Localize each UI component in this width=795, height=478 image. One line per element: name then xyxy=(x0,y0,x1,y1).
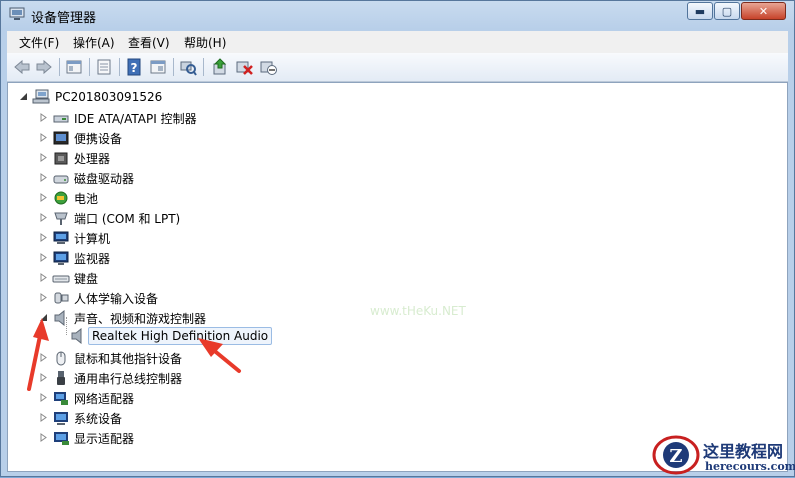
toolbar-separator xyxy=(173,58,174,76)
processor-icon xyxy=(54,152,68,165)
tree-item-label[interactable]: 电池 xyxy=(74,191,98,207)
disable-icon[interactable] xyxy=(259,58,277,76)
tree-item-label[interactable]: 通用串行总线控制器 xyxy=(74,371,182,387)
maximize-button[interactable]: ▢ xyxy=(714,2,740,20)
tree-item-label[interactable]: 系统设备 xyxy=(74,411,122,427)
console-icon[interactable] xyxy=(95,58,113,76)
realtek-audio-item[interactable]: Realtek High Definition Audio xyxy=(88,327,273,345)
menu-help[interactable]: 帮助(H) xyxy=(184,34,226,51)
title-bar[interactable]: 设备管理器 ▬ ▢ ✕ xyxy=(1,1,794,29)
device-manager-icon xyxy=(9,7,25,20)
forward-icon[interactable] xyxy=(35,58,53,76)
help-icon[interactable]: ? xyxy=(125,58,143,76)
tree-item-label[interactable]: 处理器 xyxy=(74,151,110,167)
scan-icon[interactable] xyxy=(179,58,197,76)
portable-device-icon xyxy=(53,131,69,145)
toolbar-separator xyxy=(89,58,90,76)
close-button[interactable]: ✕ xyxy=(741,2,786,20)
audio-device-icon xyxy=(71,328,82,344)
expand-arrow-icon[interactable] xyxy=(39,233,48,242)
tree-item-label[interactable]: 鼠标和其他指针设备 xyxy=(74,351,182,367)
tree-item-label[interactable]: 磁盘驱动器 xyxy=(74,171,134,187)
toolbar-separator xyxy=(119,58,120,76)
properties-icon[interactable] xyxy=(65,58,83,76)
device-tree[interactable]: www.tHeKu.NET PC201803091526 IDE ATA/ATA… xyxy=(7,82,788,472)
computer-root-icon xyxy=(32,89,50,104)
keyboard-icon xyxy=(52,275,70,283)
tree-item-label[interactable]: 声音、视频和游戏控制器 xyxy=(74,311,206,327)
tree-root-label[interactable]: PC201803091526 xyxy=(55,89,162,105)
faint-watermark: www.tHeKu.NET xyxy=(370,304,466,318)
display-adapter-icon xyxy=(54,432,69,445)
watermark-url: herecours.com xyxy=(705,460,795,473)
minimize-button[interactable]: ▬ xyxy=(687,2,713,20)
device-manager-window: 设备管理器 ▬ ▢ ✕ 文件(F) 操作(A) 查看(V) 帮助(H) ? ww… xyxy=(0,0,795,477)
disk-drive-icon xyxy=(53,175,69,184)
watermark-title: 这里教程网 xyxy=(703,442,784,461)
svg-text:?: ? xyxy=(131,61,138,75)
tree-item-label[interactable]: IDE ATA/ATAPI 控制器 xyxy=(74,111,197,127)
menu-bar: 文件(F) 操作(A) 查看(V) 帮助(H) xyxy=(7,31,788,53)
tree-item-label[interactable]: 监视器 xyxy=(74,251,110,267)
collapse-arrow-icon[interactable] xyxy=(19,92,28,101)
tree-item-label[interactable]: 人体学输入设备 xyxy=(74,291,158,307)
toolbar: ? xyxy=(7,53,788,82)
toolbar-separator xyxy=(59,58,60,76)
system-device-icon xyxy=(54,412,68,425)
expand-arrow-icon[interactable] xyxy=(39,173,48,182)
expand-arrow-icon[interactable] xyxy=(39,153,48,162)
svg-text:Z: Z xyxy=(669,446,682,467)
monitor-icon xyxy=(53,251,69,265)
expand-arrow-icon[interactable] xyxy=(39,413,48,422)
window-title: 设备管理器 xyxy=(31,11,97,26)
menu-view[interactable]: 查看(V) xyxy=(128,34,170,51)
tree-line xyxy=(66,317,68,335)
expand-arrow-icon[interactable] xyxy=(39,393,48,402)
network-icon xyxy=(54,392,68,405)
tree-item-label[interactable]: 便携设备 xyxy=(74,131,122,147)
menu-action[interactable]: 操作(A) xyxy=(73,34,115,51)
usb-icon xyxy=(57,371,65,385)
port-icon xyxy=(54,212,68,225)
tree-item-label[interactable]: 端口 (COM 和 LPT) xyxy=(74,211,180,227)
tree-item-label[interactable]: 键盘 xyxy=(74,271,98,287)
computer-icon xyxy=(53,231,69,244)
site-watermark: Z 这里教程网 herecours.com xyxy=(647,432,795,477)
hid-icon xyxy=(54,292,69,304)
mouse-icon xyxy=(56,351,66,366)
expand-arrow-icon[interactable] xyxy=(39,353,48,362)
view-icon[interactable] xyxy=(149,58,167,76)
toolbar-separator xyxy=(203,58,204,76)
tree-item-label[interactable]: 网络适配器 xyxy=(74,391,134,407)
expand-arrow-icon[interactable] xyxy=(39,273,48,282)
expand-arrow-icon[interactable] xyxy=(39,193,48,202)
ide-icon xyxy=(53,115,69,123)
tree-item-label[interactable]: 计算机 xyxy=(74,231,110,247)
expand-arrow-icon[interactable] xyxy=(39,253,48,262)
uninstall-icon[interactable] xyxy=(235,58,253,76)
expand-arrow-icon[interactable] xyxy=(39,373,48,382)
update-driver-icon[interactable] xyxy=(211,58,229,76)
tree-item-label[interactable]: 显示适配器 xyxy=(74,431,134,447)
expand-arrow-icon[interactable] xyxy=(39,293,48,302)
expand-arrow-icon[interactable] xyxy=(39,133,48,142)
collapse-arrow-icon[interactable] xyxy=(39,313,48,322)
expand-arrow-icon[interactable] xyxy=(39,213,48,222)
back-icon[interactable] xyxy=(13,58,31,76)
menu-file[interactable]: 文件(F) xyxy=(19,34,59,51)
expand-arrow-icon[interactable] xyxy=(39,433,48,442)
site-logo-icon: Z xyxy=(652,435,700,475)
expand-arrow-icon[interactable] xyxy=(39,113,48,122)
battery-icon xyxy=(54,191,68,205)
